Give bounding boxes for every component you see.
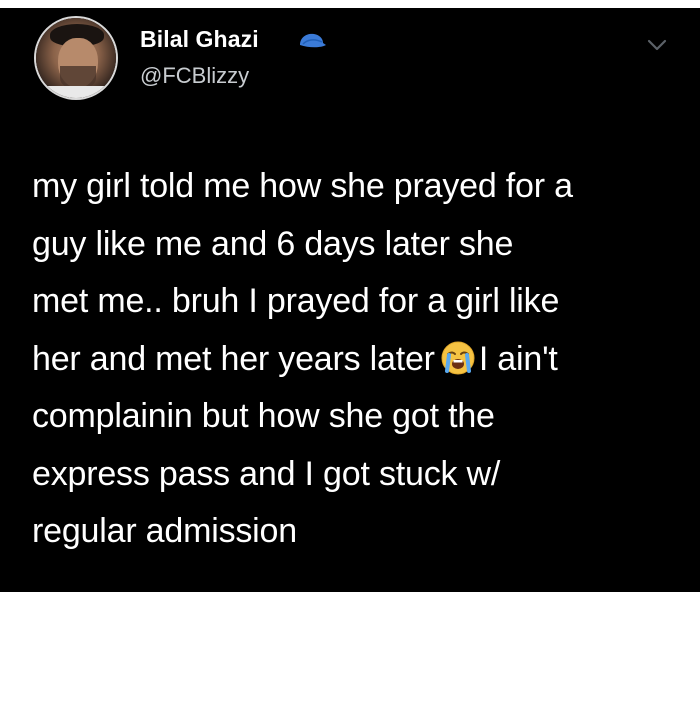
tweet-text-segment: her and met her years later (32, 339, 435, 378)
tweet-text-line: regular admission (32, 512, 297, 550)
author-display-name[interactable]: Bilal Ghazi (140, 26, 259, 53)
tweet-text-line: guy like me and 6 days later she (32, 224, 514, 263)
tweet-text-line: my girl told me how she prayed for a (32, 167, 573, 205)
tweet-text: my girl told me how she prayed for a guy… (32, 158, 682, 561)
tweet-text-line-with-emoji: her and met her years later I ain't (32, 331, 682, 389)
avatar[interactable] (36, 18, 116, 98)
tweet-card: Bilal Ghazi @FCBlizzy my girl told me ho… (0, 8, 700, 592)
chevron-down-icon[interactable] (646, 38, 668, 52)
tweet-text-segment: I ain't (478, 339, 558, 378)
avatar-shirt (36, 86, 116, 98)
tweet-text-line: met me.. bruh I prayed for a girl like (32, 282, 560, 320)
loudly-crying-face-emoji-icon (441, 341, 475, 374)
blue-cap-icon (300, 33, 326, 48)
tweet-text-line: express pass and I got stuck w/ (32, 454, 501, 493)
author-handle[interactable]: @FCBlizzy (140, 63, 249, 89)
tweet-text-line: complainin but how she got the (32, 397, 495, 435)
